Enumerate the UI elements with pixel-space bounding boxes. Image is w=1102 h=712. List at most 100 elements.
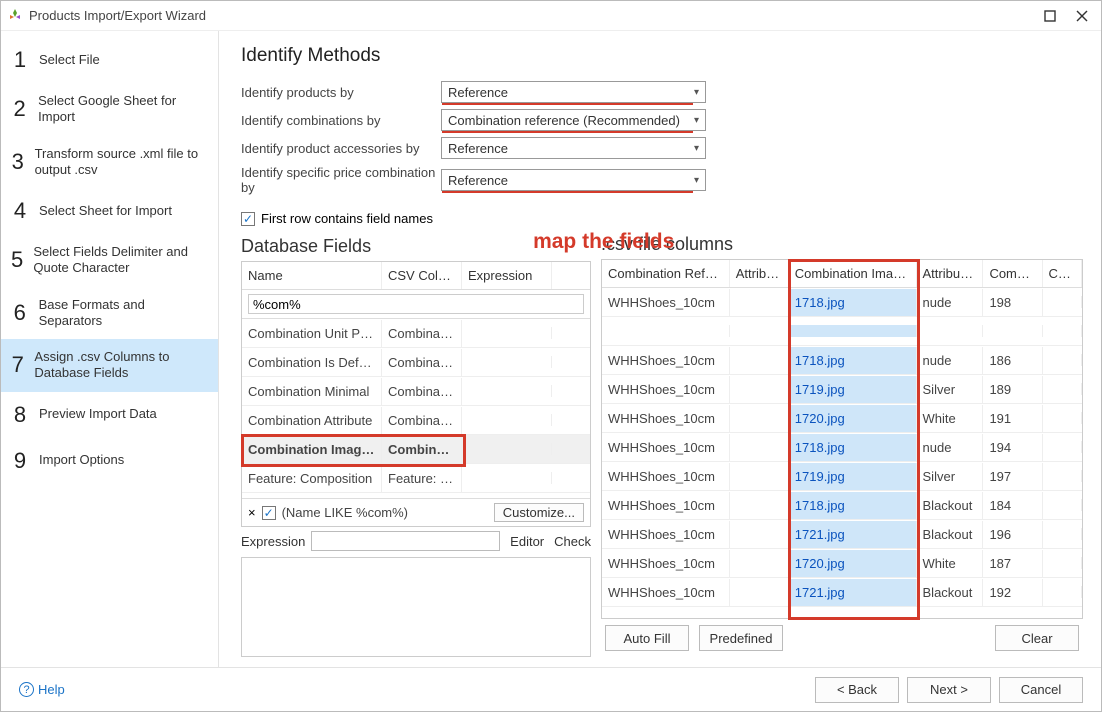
csv-row[interactable] xyxy=(602,317,1082,346)
dropdown-value: Reference xyxy=(448,173,694,188)
expression-input[interactable] xyxy=(311,531,500,551)
step-9[interactable]: 9 Import Options xyxy=(1,438,218,484)
csv-row[interactable]: WHHShoes_10cm1719.jpgSilver197 xyxy=(602,462,1082,491)
identify-dropdown-2[interactable]: Reference▾ xyxy=(441,137,706,159)
wizard-sidebar: 1 Select File 2 Select Google Sheet for Imp… xyxy=(1,31,219,667)
col-expr[interactable]: Expression xyxy=(462,262,552,289)
help-icon: ? xyxy=(19,682,34,697)
col-comb-images[interactable]: Combination Images [6 xyxy=(789,260,917,287)
dbf-row[interactable]: Combination AttributeCombination xyxy=(242,406,590,435)
identify-dropdown-1[interactable]: Combination reference (Recommended)▾ xyxy=(441,109,706,131)
step-number: 1 xyxy=(11,47,29,73)
customize-button[interactable]: Customize... xyxy=(494,503,584,522)
identify-dropdown-3[interactable]: Reference▾ xyxy=(441,169,706,191)
dbf-row[interactable]: Combination Unit PriceCombination xyxy=(242,319,590,348)
csv-row[interactable]: WHHShoes_10cm1718.jpgnude198 xyxy=(602,288,1082,317)
filter-text: (Name LIKE %com%) xyxy=(282,505,408,520)
chevron-down-icon: ▾ xyxy=(694,115,699,126)
chevron-down-icon: ▾ xyxy=(694,87,699,98)
step-3[interactable]: 3Transform source .xml file to output .c… xyxy=(1,136,218,189)
identify-dropdown-0[interactable]: Reference▾ xyxy=(441,81,706,103)
identify-label-3: Identify specific price combination by xyxy=(241,165,441,195)
csv-row[interactable]: WHHShoes_10cm1718.jpgnude194 xyxy=(602,433,1082,462)
dbf-row[interactable]: Combination ImagesCombination xyxy=(242,435,590,464)
next-button[interactable]: Next > xyxy=(907,677,991,703)
step-label: Select File xyxy=(39,52,100,68)
step-number: 4 xyxy=(11,198,29,224)
step-label: Preview Import Data xyxy=(39,406,157,422)
database-fields-title: Database Fields xyxy=(241,236,371,257)
window-controls xyxy=(1043,9,1095,23)
step-5[interactable]: 5 Select Fields Delimiter and Quote Chara… xyxy=(1,234,218,287)
identify-heading: Identify Methods xyxy=(241,45,1083,67)
first-row-label: First row contains field names xyxy=(261,211,433,226)
csv-row[interactable]: WHHShoes_10cm1721.jpgBlackout196 xyxy=(602,520,1082,549)
clear-button[interactable]: Clear xyxy=(995,625,1079,651)
back-button[interactable]: < Back xyxy=(815,677,899,703)
help-link[interactable]: ? Help xyxy=(19,682,65,697)
dbf-row[interactable]: Combination Is DefaultCombination xyxy=(242,348,590,377)
editor-link[interactable]: Editor xyxy=(510,534,544,549)
col-com[interactable]: Com xyxy=(1043,260,1082,287)
csv-row[interactable]: WHHShoes_10cm1718.jpgnude186 xyxy=(602,346,1082,375)
step-label: Assign .csv Columns to Database Fields xyxy=(34,349,208,382)
cancel-button[interactable]: Cancel xyxy=(999,677,1083,703)
identify-label-0: Identify products by xyxy=(241,85,441,100)
csv-row[interactable]: WHHShoes_10cm1718.jpgBlackout184 xyxy=(602,491,1082,520)
step-6[interactable]: 6 Base Formats and Separators xyxy=(1,287,218,340)
title-bar: Products Import/Export Wizard xyxy=(1,1,1101,31)
dropdown-value: Reference xyxy=(448,85,694,100)
check-link[interactable]: Check xyxy=(554,534,591,549)
csv-columns-panel: .csv file columns Combination Referenc A… xyxy=(601,234,1083,657)
wizard-main: Identify Methods Identify products byRef… xyxy=(219,31,1101,667)
dbf-row[interactable]: Feature: CompositionFeature: Comp xyxy=(242,464,590,493)
step-label: Select Sheet for Import xyxy=(39,203,172,219)
expression-area[interactable] xyxy=(241,557,591,657)
step-number: 2 xyxy=(11,96,28,122)
csv-row[interactable]: WHHShoes_10cm1721.jpgBlackout192 xyxy=(602,578,1082,607)
filter-close-icon[interactable]: × xyxy=(248,505,256,520)
app-icon xyxy=(7,8,23,24)
close-icon[interactable] xyxy=(1075,9,1089,23)
step-8[interactable]: 8 Preview Import Data xyxy=(1,392,218,438)
step-number: 5 xyxy=(11,247,23,273)
csv-row[interactable]: WHHShoes_10cm1719.jpgSilver189 xyxy=(602,375,1082,404)
expression-label: Expression xyxy=(241,534,305,549)
step-2[interactable]: 2 Select Google Sheet for Import xyxy=(1,83,218,136)
step-number: 9 xyxy=(11,448,29,474)
csv-row[interactable]: WHHShoes_10cm1720.jpgWhite187 xyxy=(602,549,1082,578)
col-combinat[interactable]: Combinat xyxy=(983,260,1042,287)
first-row-checkbox-row[interactable]: ✓ First row contains field names xyxy=(241,211,1083,226)
identify-label-1: Identify combinations by xyxy=(241,113,441,128)
checkbox-icon[interactable]: ✓ xyxy=(241,212,255,226)
step-number: 6 xyxy=(11,300,29,326)
window-title: Products Import/Export Wizard xyxy=(29,8,1043,23)
maximize-icon[interactable] xyxy=(1043,9,1057,23)
step-number: 7 xyxy=(11,352,24,378)
overlay-map-fields: map the fields xyxy=(533,230,674,254)
filter-enable-checkbox[interactable]: ✓ xyxy=(262,506,276,520)
col-attribute-color[interactable]: Attribute ( xyxy=(917,260,984,287)
wizard-footer: ? Help < Back Next > Cancel xyxy=(1,667,1101,711)
col-csv[interactable]: CSV Column xyxy=(382,262,462,289)
step-label: Transform source .xml file to output .cs… xyxy=(35,146,208,179)
step-4[interactable]: 4 Select Sheet for Import xyxy=(1,188,218,234)
chevron-down-icon: ▾ xyxy=(694,143,699,154)
step-label: Select Fields Delimiter and Quote Charac… xyxy=(33,244,208,277)
dropdown-value: Combination reference (Recommended) xyxy=(448,113,694,128)
step-label: Base Formats and Separators xyxy=(39,297,208,330)
step-label: Import Options xyxy=(39,452,124,468)
step-1[interactable]: 1 Select File xyxy=(1,37,218,83)
col-attribute[interactable]: Attribute ( xyxy=(730,260,789,287)
csv-row[interactable]: WHHShoes_10cm1720.jpgWhite191 xyxy=(602,404,1082,433)
predefined-button[interactable]: Predefined xyxy=(699,625,783,651)
step-7[interactable]: 7 Assign .csv Columns to Database Fields xyxy=(1,339,218,392)
autofill-button[interactable]: Auto Fill xyxy=(605,625,689,651)
step-number: 8 xyxy=(11,402,29,428)
col-name[interactable]: Name xyxy=(242,262,382,289)
step-label: Select Google Sheet for Import xyxy=(38,93,208,126)
dbf-row[interactable]: Combination MinimalCombination xyxy=(242,377,590,406)
dbf-filter-input[interactable] xyxy=(248,294,584,314)
chevron-down-icon: ▾ xyxy=(694,175,699,186)
col-comb-ref[interactable]: Combination Referenc xyxy=(602,260,730,287)
